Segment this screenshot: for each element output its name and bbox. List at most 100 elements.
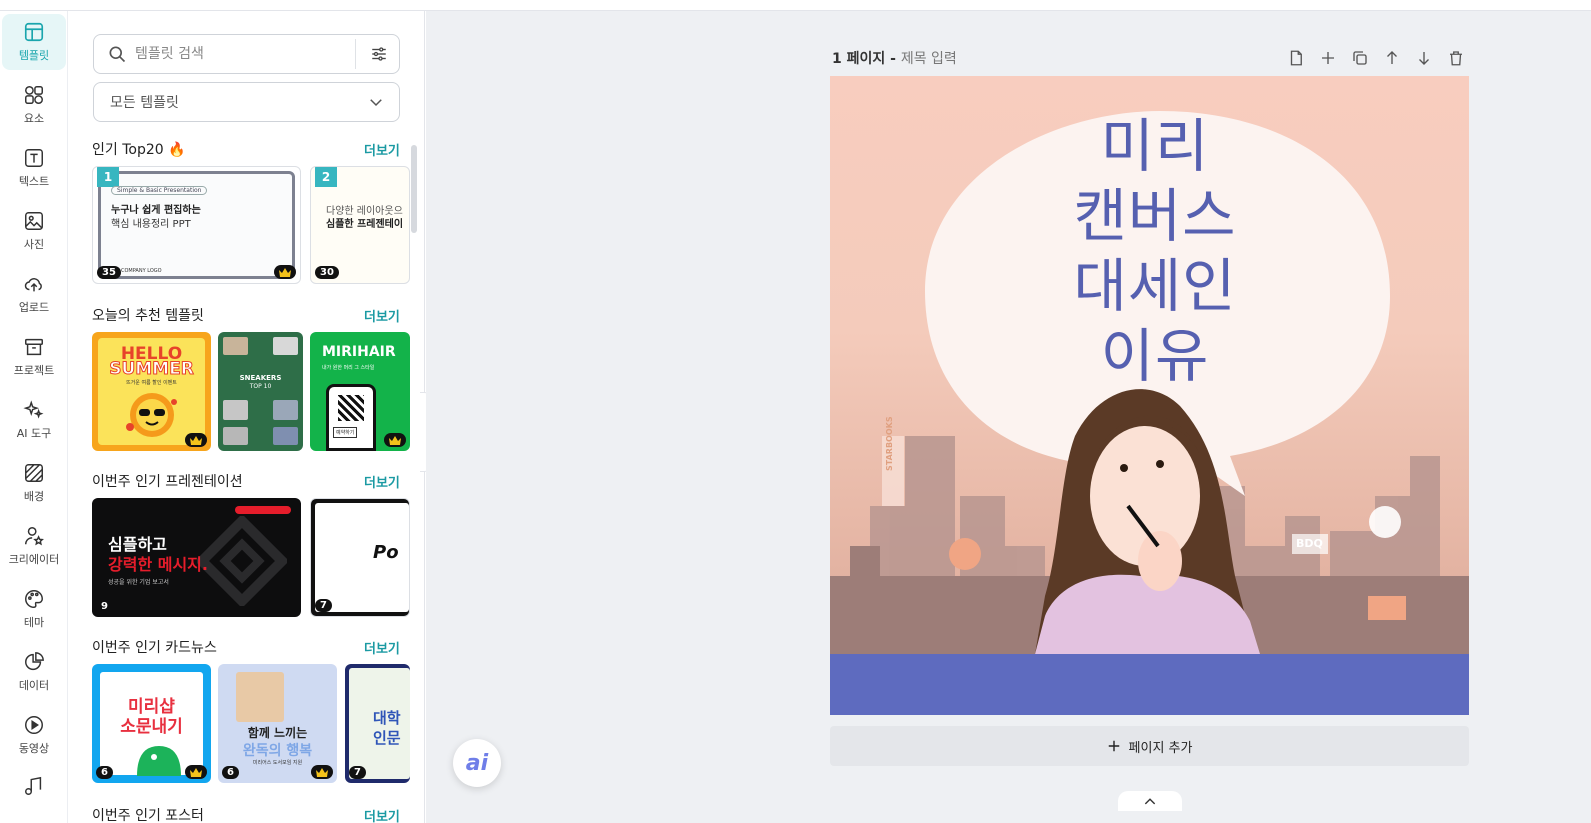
- move-down-button[interactable]: [1413, 47, 1435, 69]
- duplicate-page-button[interactable]: [1349, 47, 1371, 69]
- template-thumb-presentation-2[interactable]: Po 7: [310, 498, 410, 617]
- page-count-badge: 6: [222, 766, 239, 779]
- headline-line-3: 대세인: [1073, 252, 1237, 320]
- rail-item-label: 프로젝트: [13, 364, 55, 377]
- qr-code-icon: [338, 395, 364, 421]
- filter-icon[interactable]: [370, 45, 388, 63]
- card-line1: MIRIHAIR: [322, 344, 396, 360]
- template-panel: 모든 템플릿 인기 Top20 🔥 더보기 1 Simple & Basic P…: [68, 11, 425, 823]
- rank-badge: 1: [97, 167, 119, 187]
- palette-icon: [25, 590, 43, 608]
- trash-icon: [1450, 51, 1462, 66]
- template-thumb-top20-2[interactable]: 2 다양한 레이아웃으 심플한 프레젠테이 30: [310, 166, 410, 284]
- card-line2: 소문내기: [120, 717, 183, 737]
- page-label: 1 페이지 -: [832, 51, 901, 67]
- design-canvas[interactable]: 미리 캔버스 대세인 이유 STARBOOKS BDQ: [830, 76, 1469, 715]
- add-page-label: 페이지 추가: [1128, 740, 1193, 756]
- select-value: 모든 템플릿: [110, 95, 179, 111]
- rail-item-creator[interactable]: 크리에이터: [2, 518, 66, 574]
- add-page-button[interactable]: [1317, 47, 1339, 69]
- more-link-cardnews[interactable]: 더보기: [364, 638, 400, 657]
- music-note-icon: [25, 776, 42, 795]
- rail-item-label: AI 도구: [16, 427, 52, 440]
- slide-line2: 심플한 프레젠테이: [326, 219, 404, 230]
- delete-page-button[interactable]: [1445, 47, 1467, 69]
- page-count-badge: 7: [315, 599, 332, 612]
- card-line1: SNEAKERS: [239, 374, 282, 382]
- template-thumb-mirihair[interactable]: MIRIHAIR 내가 원한 머리 그 스타일 예약하기: [310, 332, 410, 451]
- memo-button[interactable]: [1285, 47, 1307, 69]
- rail-item-background[interactable]: 배경: [2, 455, 66, 511]
- rail-item-label: 테마: [23, 616, 45, 629]
- page-header: 1 페이지 - 제목 입력: [832, 48, 957, 68]
- template-thumb-presentation-1[interactable]: 심플하고 강력한 메시지. 성공을 위한 기업 보고서 9: [92, 498, 301, 617]
- rail-item-theme[interactable]: 테마: [2, 581, 66, 637]
- section-title-posters: 이번주 인기 포스터: [92, 808, 204, 823]
- plus-icon: [1108, 740, 1119, 752]
- rail-item-upload[interactable]: 업로드: [2, 266, 66, 322]
- chevron-up-icon: [1144, 798, 1156, 805]
- template-thumb-cardnews-3[interactable]: 대학 인문 7: [345, 664, 410, 783]
- headline-line-2: 캔버스: [1073, 182, 1237, 250]
- canvas-bottom-band: [830, 654, 1469, 715]
- page-title-input[interactable]: 제목 입력: [901, 51, 957, 67]
- more-link-top20[interactable]: 더보기: [364, 140, 400, 159]
- card-line2: 완독의 행복: [242, 743, 313, 759]
- section-title-recommend: 오늘의 추천 템플릿: [92, 308, 204, 324]
- sneaker-photo: [223, 400, 248, 420]
- template-thumb-top20-1[interactable]: 1 Simple & Basic Presentation 누구나 쉽게 편집하…: [92, 166, 301, 284]
- add-page-bar[interactable]: 페이지 추가: [830, 726, 1469, 766]
- page-toolbar: [1285, 47, 1467, 69]
- headline-line-1: 미리: [1100, 112, 1210, 180]
- rail-item-label: 사진: [23, 238, 45, 251]
- more-link-presentations[interactable]: 더보기: [364, 472, 400, 491]
- more-link-posters[interactable]: 더보기: [364, 806, 400, 823]
- sneaker-photo: [273, 337, 298, 355]
- template-search[interactable]: [93, 34, 400, 74]
- rail-item-ai-tools[interactable]: AI 도구: [2, 392, 66, 448]
- card-line2: TOP 10: [249, 383, 272, 390]
- template-category-select[interactable]: 모든 템플릿: [93, 82, 400, 122]
- card-line2: SUMMER: [109, 359, 195, 380]
- move-up-button[interactable]: [1381, 47, 1403, 69]
- bottom-panel-toggle[interactable]: [1118, 791, 1182, 811]
- rail-item-photos[interactable]: 사진: [2, 203, 66, 259]
- page-icon: [1290, 50, 1302, 66]
- rail-item-label: 크리에이터: [8, 553, 60, 566]
- slide-line1: 누구나 쉽게 편집하는: [111, 205, 201, 216]
- rail-item-video[interactable]: 동영상: [2, 707, 66, 763]
- rail-item-label: 요소: [23, 112, 45, 125]
- rail-item-label: 동영상: [18, 742, 50, 755]
- template-thumb-sneakers[interactable]: SNEAKERS TOP 10: [218, 332, 303, 451]
- search-input[interactable]: [135, 46, 345, 62]
- page-count-badge: 6: [96, 766, 113, 779]
- sun-character-icon: [126, 393, 177, 437]
- premium-crown-icon: [311, 765, 333, 779]
- rail-item-label: 템플릿: [18, 49, 50, 62]
- rail-item-music[interactable]: [2, 771, 66, 801]
- text-icon: [25, 149, 43, 167]
- sneaker-photo: [223, 337, 248, 355]
- premium-crown-icon: [185, 765, 207, 779]
- rail-item-projects[interactable]: 프로젝트: [2, 329, 66, 385]
- ai-assistant-button[interactable]: ai: [453, 739, 501, 787]
- rail-item-templates[interactable]: 템플릿: [2, 14, 66, 70]
- panel-scrollbar[interactable]: [411, 145, 417, 233]
- rail-item-text[interactable]: 텍스트: [2, 140, 66, 196]
- sneaker-photo: [223, 427, 248, 445]
- template-thumb-hello-summer[interactable]: HELLO SUMMER 뜨거운 여름 할인 이벤트: [92, 332, 211, 451]
- headline-text[interactable]: 미리 캔버스 대세인 이유: [1035, 111, 1275, 391]
- card-sub: 내가 원한 머리 그 스타일: [322, 365, 375, 371]
- template-thumb-cardnews-1[interactable]: 미리샵 소문내기 6: [92, 664, 211, 783]
- arrow-down-icon: [1419, 52, 1429, 65]
- template-thumb-cardnews-2[interactable]: 함께 느끼는 완독의 행복 미리어스 도서모임 지원 6: [218, 664, 337, 783]
- section-title-top20: 인기 Top20 🔥: [92, 142, 186, 158]
- sneaker-photo: [273, 400, 298, 420]
- slide-sub: 성공을 위한 기업 보고서: [108, 579, 169, 586]
- rail-item-data[interactable]: 데이터: [2, 644, 66, 700]
- play-icon: [25, 716, 43, 734]
- slide-footer: COMPANY LOGO: [121, 268, 162, 274]
- more-link-recommend[interactable]: 더보기: [364, 306, 400, 325]
- chevron-down-icon: [370, 99, 382, 107]
- rail-item-elements[interactable]: 요소: [2, 77, 66, 133]
